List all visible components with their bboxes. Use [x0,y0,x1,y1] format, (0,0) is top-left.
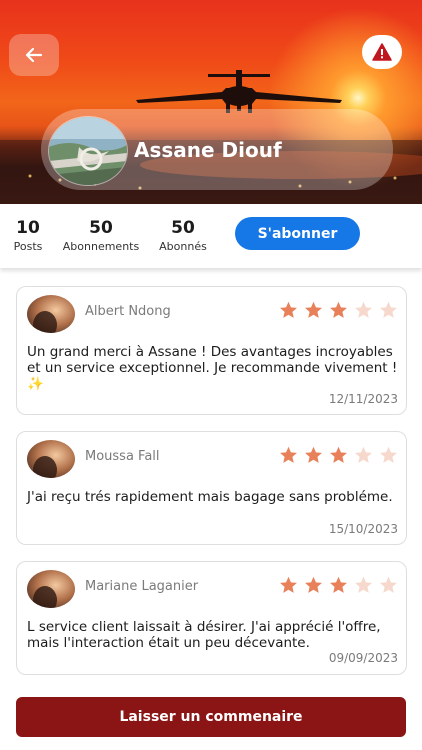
star-filled-icon [280,446,297,463]
review-card: Albert Ndong Un grand merci à Assane ! D… [16,286,407,415]
leave-comment-button[interactable]: Laisser un commenaire [16,697,406,737]
profile-name: Assane Diouf [134,138,282,162]
review-date: 15/10/2023 [328,522,398,536]
arrow-left-icon [25,47,43,63]
star-filled-icon [305,576,322,593]
star-empty-icon [380,301,397,318]
star-empty-icon [380,446,397,463]
profile-stats: 10 Posts 50 Abonnements 50 Abonnés S'abo… [0,204,422,268]
review-card: Moussa Fall J'ai reçu trés rapidement ma… [16,431,407,545]
profile-avatar[interactable] [48,116,128,186]
stat-followers[interactable]: 50 Abonnés [156,218,210,254]
followers-label: Abonnés [159,240,207,253]
back-button[interactable] [9,34,59,76]
posts-count: 10 [16,218,40,238]
review-date: 12/11/2023 [328,392,398,406]
posts-label: Posts [13,240,43,253]
star-filled-icon [330,576,347,593]
airplane-silhouette [136,70,342,113]
star-empty-icon [355,576,372,593]
reviewer-avatar[interactable] [27,440,75,478]
star-rating [279,301,398,319]
star-filled-icon [330,446,347,463]
star-filled-icon [280,576,297,593]
star-rating [279,576,398,594]
star-filled-icon [305,301,322,318]
stat-posts[interactable]: 10 Posts [10,218,46,254]
star-empty-icon [355,446,372,463]
review-text: Un grand merci à Assane ! Des avantages … [27,344,398,392]
reviewer-name: Moussa Fall [85,449,160,464]
star-filled-icon [280,301,297,318]
following-label: Abonnements [62,240,140,253]
star-empty-icon [380,576,397,593]
review-card: Mariane Laganier L service client laissa… [16,561,407,675]
star-filled-icon [330,301,347,318]
star-rating [279,446,398,464]
review-text: L service client laissait à désirer. J'a… [27,619,381,651]
reviewer-name: Albert Ndong [85,304,171,319]
star-filled-icon [305,446,322,463]
review-date: 09/09/2023 [328,651,398,665]
reviewer-avatar[interactable] [27,570,75,608]
subscribe-button[interactable]: S'abonner [235,217,360,250]
following-count: 50 [89,218,113,238]
followers-count: 50 [171,218,195,238]
review-text: J'ai reçu trés rapidement mais bagage sa… [27,489,393,505]
stat-following[interactable]: 50 Abonnements [60,218,142,254]
report-button[interactable] [362,35,402,69]
reviewer-avatar[interactable] [27,295,75,333]
reviewer-name: Mariane Laganier [85,579,199,594]
warning-triangle-icon [372,43,392,61]
profile-header: Assane Diouf [0,0,422,204]
star-empty-icon [355,301,372,318]
